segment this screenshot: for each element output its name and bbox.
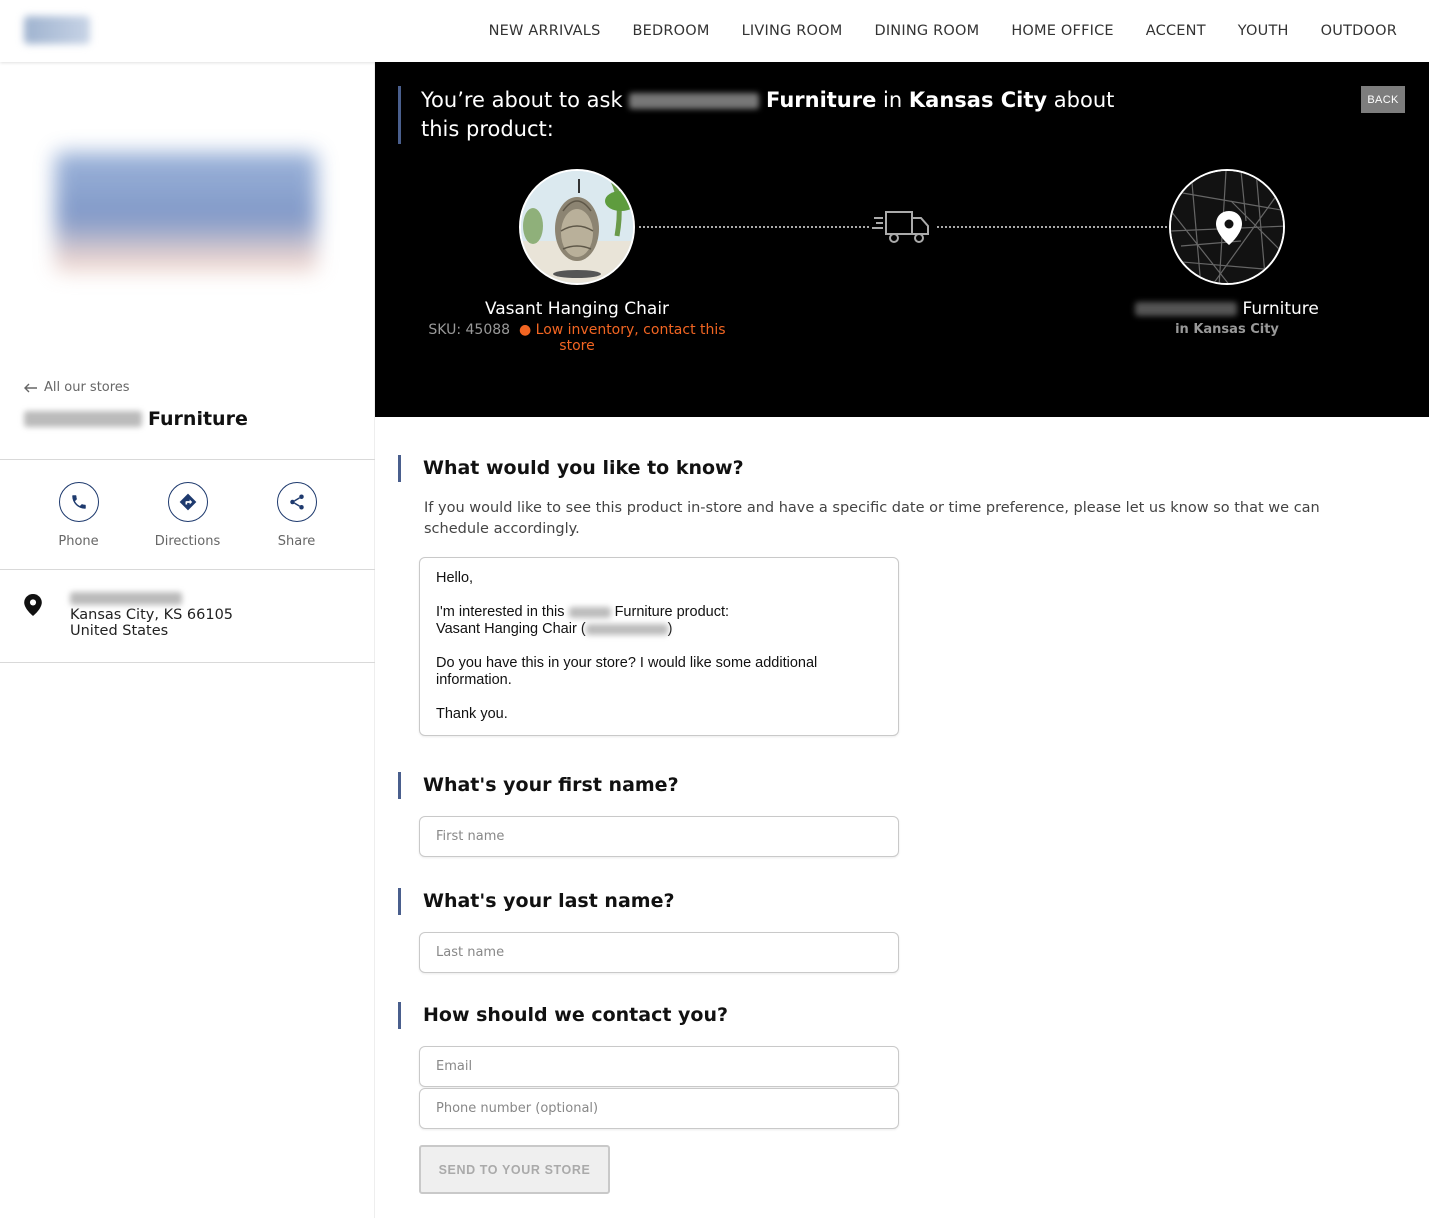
nav-youth[interactable]: YOUTH: [1222, 23, 1305, 39]
message-line1b: Furniture product:: [614, 604, 730, 620]
hero-title-store: Furniture: [766, 88, 877, 112]
store-name-label: Furniture: [148, 408, 248, 430]
redacted-store-name: [629, 93, 760, 109]
nav-bedroom[interactable]: BEDROOM: [617, 23, 726, 39]
phone-label: Phone: [58, 534, 99, 549]
back-button[interactable]: BACK: [1361, 86, 1405, 113]
store-destination-name: Furniture: [1242, 299, 1319, 319]
main-nav: NEW ARRIVALS BEDROOM LIVING ROOM DINING …: [473, 0, 1413, 62]
store-actions: Phone Directions Share: [0, 482, 375, 549]
divider: [0, 459, 375, 460]
message-product-close: ): [667, 621, 673, 637]
directions-label: Directions: [154, 534, 221, 549]
directions-button[interactable]: Directions: [133, 482, 242, 549]
redacted-product-code: [585, 623, 668, 635]
question-heading-contact: How should we contact you?: [398, 1002, 728, 1029]
phone-button[interactable]: Phone: [24, 482, 133, 549]
message-closing: Thank you.: [436, 706, 508, 722]
redacted-store-name: [1135, 302, 1238, 316]
store-destination-city: in Kansas City: [1175, 322, 1279, 337]
nav-accent[interactable]: ACCENT: [1130, 23, 1222, 39]
email-input[interactable]: [419, 1046, 899, 1087]
last-name-input[interactable]: [419, 932, 899, 973]
address-country: United States: [70, 623, 169, 639]
product-request-hero: You’re about to ask Furniture in Kansas …: [375, 62, 1429, 417]
question-hint: If you would like to see this product in…: [424, 500, 1320, 537]
delivery-truck-icon: [872, 211, 929, 243]
directions-icon: [167, 482, 208, 522]
location-pin-icon: [24, 594, 42, 616]
question-heading-know: What would you like to know?: [398, 455, 744, 482]
nav-living-room[interactable]: LIVING ROOM: [726, 23, 859, 39]
message-greeting: Hello,: [436, 570, 474, 586]
divider: [0, 569, 375, 570]
brand-logo[interactable]: [24, 16, 90, 44]
store-map-image: [1169, 169, 1285, 285]
all-stores-link[interactable]: All our stores: [24, 380, 130, 395]
message-product: Vasant Hanging Chair (: [436, 621, 586, 637]
nav-new-arrivals[interactable]: NEW ARRIVALS: [473, 23, 617, 39]
store-name: Furniture: [24, 408, 248, 430]
hero-title-in: in: [883, 88, 903, 112]
route-dots-right: [937, 226, 1167, 228]
share-icon: [276, 482, 317, 522]
hero-title-city: Kansas City: [908, 88, 1048, 112]
arrow-left-icon: [24, 383, 37, 392]
address-lines: Kansas City, KS 66105 United States: [70, 592, 233, 639]
inventory-warning: ● Low inventory, contact this store: [518, 322, 726, 354]
send-to-store-button[interactable]: SEND TO YOUR STORE: [419, 1145, 610, 1194]
phone-input[interactable]: [419, 1088, 899, 1129]
redacted-store-name: [24, 411, 142, 427]
product-name: Vasant Hanging Chair: [484, 299, 670, 319]
share-button[interactable]: Share: [242, 482, 351, 549]
product-sku: SKU: 45088: [428, 322, 511, 338]
product-image: [519, 169, 635, 285]
hero-title: You’re about to ask Furniture in Kansas …: [398, 86, 1158, 144]
store-photo: [55, 152, 317, 272]
all-stores-label: All our stores: [44, 380, 130, 395]
nav-dining-room[interactable]: DINING ROOM: [858, 23, 995, 39]
store-address: Kansas City, KS 66105 United States: [24, 592, 233, 639]
first-name-input[interactable]: [419, 816, 899, 857]
message-line1a: I'm interested in this: [436, 604, 565, 620]
redacted-brand: [568, 606, 611, 618]
hero-title-prefix: You’re about to ask: [421, 88, 623, 112]
top-navigation-bar: NEW ARRIVALS BEDROOM LIVING ROOM DINING …: [0, 0, 1429, 62]
product-meta: SKU: 45088 ● Low inventory, contact this…: [427, 322, 727, 354]
nav-outdoor[interactable]: OUTDOOR: [1305, 23, 1413, 39]
message-line2: Do you have this in your store? I would …: [436, 655, 822, 688]
redacted-street: [70, 592, 182, 605]
phone-icon: [58, 482, 99, 522]
divider: [0, 662, 375, 663]
question-heading-first-name: What's your first name?: [398, 772, 679, 799]
question-heading-last-name: What's your last name?: [398, 888, 674, 915]
nav-home-office[interactable]: HOME OFFICE: [995, 23, 1129, 39]
store-destination: Furniture: [1077, 299, 1377, 319]
address-city-line: Kansas City, KS 66105: [70, 607, 234, 623]
route-dots-left: [639, 226, 869, 228]
message-textarea[interactable]: Hello, I'm interested in this Furniture …: [419, 557, 899, 736]
share-label: Share: [277, 534, 316, 549]
store-sidebar: All our stores Furniture Phone Direction…: [0, 62, 375, 1218]
